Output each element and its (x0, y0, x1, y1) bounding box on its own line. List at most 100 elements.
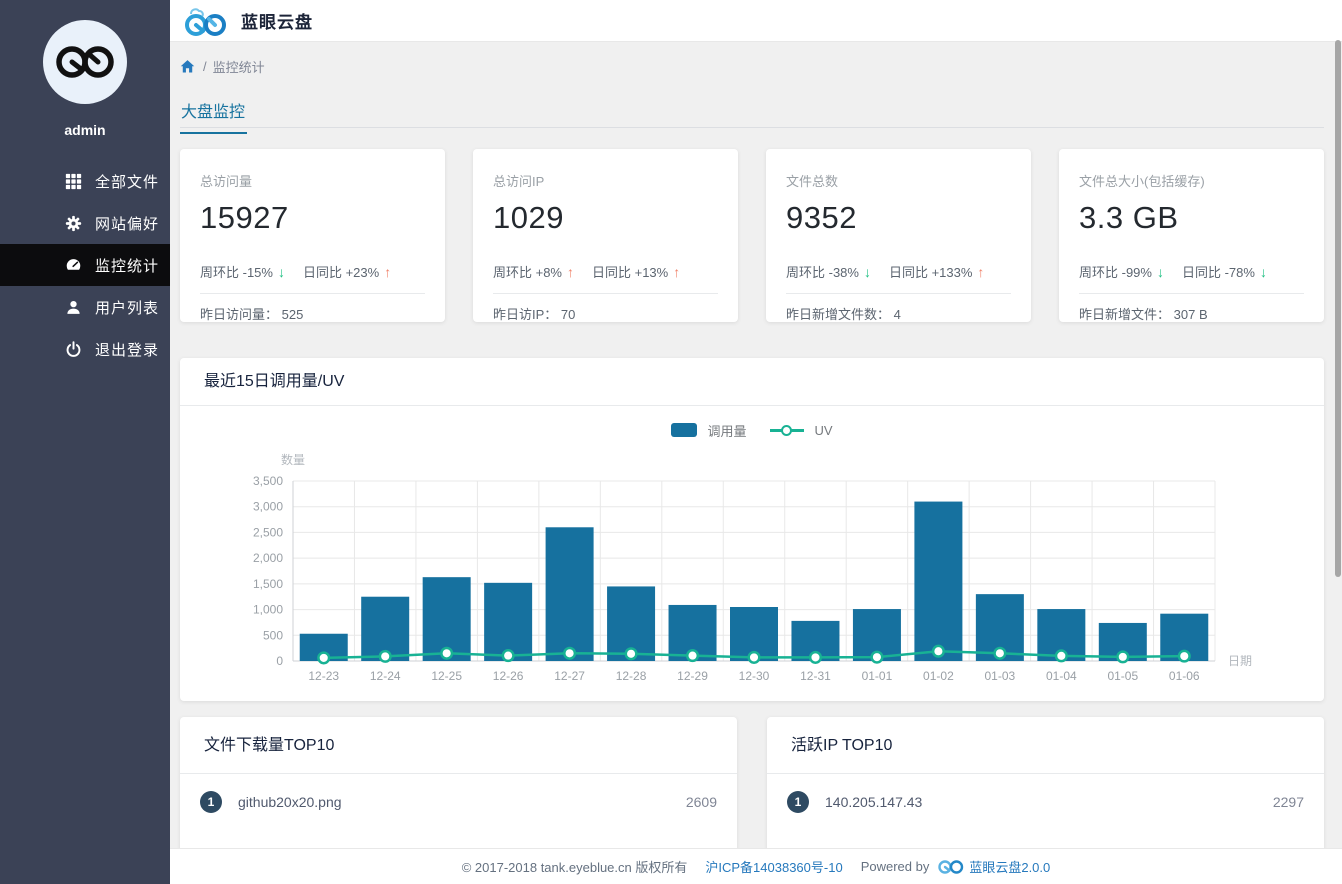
trend-down-icon: ↓ (1156, 263, 1164, 280)
footer-powered-by: Powered by (860, 859, 930, 874)
grid-icon (64, 172, 82, 190)
footer-icp-link[interactable]: 沪ICP备14038360号-10 (705, 857, 842, 876)
stat-footer: 昨日新增文件数： 4 (786, 293, 1011, 323)
sidebar-item-site-preferences[interactable]: 网站偏好 (0, 202, 170, 244)
user-icon (64, 298, 82, 316)
uv-point-12-29[interactable] (685, 649, 700, 663)
avatar[interactable] (43, 20, 127, 104)
trend-text: 日同比 +133% (888, 265, 973, 280)
app-logo-icon[interactable] (183, 5, 229, 37)
x-tick-label: 12-31 (800, 669, 831, 683)
trend-text: 周环比 +8% (493, 265, 562, 280)
trend-up-icon: ↑ (567, 263, 574, 280)
home-icon[interactable] (180, 59, 195, 74)
sidebar-item-user-list[interactable]: 用户列表 (0, 286, 170, 328)
uv-point-12-23[interactable] (317, 651, 331, 665)
uv-point-12-31[interactable] (808, 650, 823, 664)
sidebar-item-monitor-stats[interactable]: 监控统计 (0, 244, 170, 286)
sidebar-item-label: 网站偏好 (95, 215, 160, 233)
trend-text: 日同比 +13% (592, 265, 669, 280)
trend-text: 周环比 -38% (786, 265, 859, 280)
bar-12-27[interactable] (545, 527, 594, 661)
trend-down-icon: ↓ (277, 263, 285, 280)
uv-point-01-01[interactable] (870, 650, 884, 664)
y-tick-label: 500 (263, 628, 283, 642)
stat-cards-row: 总访问量 15927 周环比 -15% ↓ 日同比 +23% ↑ 昨日访问量： … (180, 149, 1324, 322)
stat-card-total-ip: 总访问IP 1029 周环比 +8% ↑ 日同比 +13% ↑ 昨日访IP： 7… (473, 149, 738, 322)
trend-down-icon: ↓ (1259, 263, 1267, 280)
uv-point-12-24[interactable] (378, 649, 392, 663)
y-tick-label: 0 (276, 654, 283, 668)
list-item-value: 2297 (1272, 794, 1304, 810)
x-tick-label: 12-29 (677, 669, 708, 683)
tab-bar: 大盘监控 (180, 98, 1324, 134)
stat-footer-label: 昨日访问量： (200, 307, 279, 322)
y-tick-label: 2,500 (253, 525, 283, 539)
stat-footer-value: 307 B (1173, 307, 1208, 322)
stat-card-total-visits: 总访问量 15927 周环比 -15% ↓ 日同比 +23% ↑ 昨日访问量： … (180, 149, 445, 322)
uv-point-01-02[interactable] (931, 644, 945, 658)
stat-footer: 昨日新增文件： 307 B (1079, 293, 1304, 323)
stat-card-total-size: 文件总大小(包括缓存) 3.3 GB 周环比 -99% ↓ 日同比 -78% ↓… (1059, 149, 1324, 322)
username: admin (64, 122, 106, 138)
app-window: admin 全部文件 网站偏好 监控统计 用户列表 退出登录 蓝眼云盘 / 监控… (0, 0, 1342, 884)
y-axis-name: 数量 (281, 452, 305, 467)
y-tick-label: 1,000 (253, 603, 283, 617)
stat-footer-value: 70 (560, 307, 576, 322)
app-title: 蓝眼云盘 (241, 13, 313, 32)
uv-point-12-26[interactable] (501, 649, 515, 663)
sidebar-item-all-files[interactable]: 全部文件 (0, 160, 170, 202)
list-item: 1 140.205.147.43 2297 (767, 774, 1324, 830)
tab-dashboard-monitor[interactable]: 大盘监控 (180, 98, 248, 134)
trend-down-icon: ↓ (863, 263, 871, 280)
stat-footer-value: 525 (281, 307, 304, 322)
list-item-name: 140.205.147.43 (825, 794, 923, 810)
footer-copyright: © 2017-2018 tank.eyeblue.cn 版权所有 (461, 860, 688, 875)
legend-bar-label[interactable]: 调用量 (707, 421, 746, 440)
uv-point-12-28[interactable] (624, 647, 638, 661)
y-tick-label: 2,000 (253, 551, 283, 565)
list-item: 1 github20x20.png 2609 (180, 774, 737, 830)
sidebar-item-label: 退出登录 (95, 341, 160, 359)
stat-trends: 周环比 -99% ↓ 日同比 -78% ↓ (1079, 262, 1304, 281)
trend-text: 周环比 -99% (1079, 265, 1152, 280)
vertical-scrollbar-thumb[interactable] (1335, 40, 1341, 577)
sidebar: admin 全部文件 网站偏好 监控统计 用户列表 退出登录 (0, 0, 170, 884)
legend-bar-swatch-icon[interactable] (671, 423, 698, 437)
gauge-icon (64, 256, 82, 274)
bar-01-02[interactable] (914, 501, 963, 661)
stat-label: 总访问IP (493, 174, 545, 189)
trend-up-icon: ↑ (977, 263, 985, 280)
x-tick-label: 01-02 (923, 669, 954, 683)
y-tick-label: 1,500 (253, 577, 283, 591)
y-tick-label: 3,500 (253, 474, 283, 488)
rank-badge: 1 (200, 791, 222, 813)
sidebar-item-label: 监控统计 (95, 257, 160, 275)
uv-point-01-03[interactable] (993, 646, 1007, 660)
footer-version-link[interactable]: 蓝眼云盘2.0.0 (969, 857, 1050, 876)
top-downloads-title: 文件下载量TOP10 (180, 717, 737, 774)
footer-logo-icon (937, 858, 965, 876)
stat-footer: 昨日访IP： 70 (493, 293, 718, 323)
legend-line-label[interactable]: UV (814, 423, 832, 438)
uv-point-01-04[interactable] (1054, 649, 1068, 663)
sidebar-menu: 全部文件 网站偏好 监控统计 用户列表 退出登录 (0, 160, 170, 370)
sidebar-item-label: 用户列表 (95, 299, 160, 317)
x-tick-label: 01-06 (1169, 669, 1200, 683)
x-tick-label: 01-05 (1107, 669, 1138, 683)
legend-line-marker-icon[interactable] (770, 424, 805, 436)
x-tick-label: 12-23 (308, 669, 339, 683)
uv-point-01-05[interactable] (1116, 650, 1130, 664)
chart-card: 最近15日调用量/UV 调用量 UV 0 500 1,000 1,500 2,000 2,… (180, 358, 1324, 701)
top-header: 蓝眼云盘 (170, 0, 1342, 42)
x-tick-label: 12-30 (739, 669, 770, 683)
uv-point-12-30[interactable] (747, 650, 761, 664)
uv-point-01-06[interactable] (1177, 649, 1191, 663)
trend-text: 周环比 -15% (200, 265, 273, 280)
uv-point-12-25[interactable] (440, 646, 454, 660)
sidebar-item-logout[interactable]: 退出登录 (0, 328, 170, 370)
active-ip-title: 活跃IP TOP10 (767, 717, 1324, 774)
stat-footer-label: 昨日新增文件数： (786, 307, 891, 322)
uv-point-12-27[interactable] (563, 646, 577, 660)
trend-text: 日同比 +23% (302, 265, 380, 280)
